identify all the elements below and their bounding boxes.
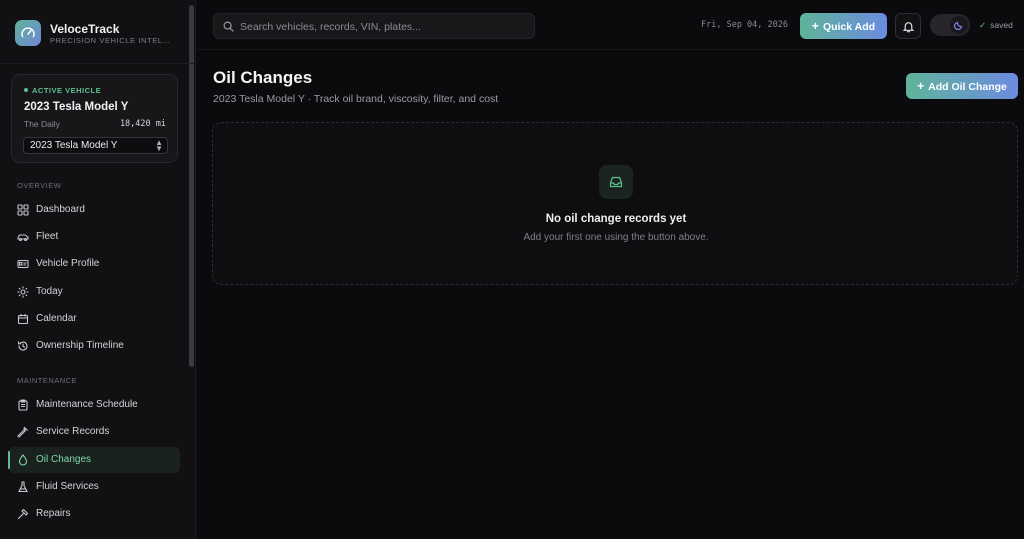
vehicle-selector-value: 2023 Tesla Model Y (30, 140, 118, 151)
active-vehicle-card: ACTIVE VEHICLE 2023 Tesla Model Y The Da… (11, 74, 178, 163)
clipboard-icon (18, 399, 28, 411)
save-status: ✓ saved (979, 20, 1013, 31)
search-icon (223, 21, 234, 32)
sidebar-item-vehicle-profile[interactable]: Vehicle Profile (8, 251, 180, 277)
search-input[interactable] (240, 19, 530, 34)
inbox-icon (609, 176, 623, 188)
sidebar-item-label: Vehicle Profile (36, 258, 100, 269)
theme-toggle-knob (950, 16, 968, 34)
chevron-up-down-icon: ▲ ▼ (155, 138, 163, 153)
sidebar-item-label: Calendar (36, 313, 77, 324)
grid-icon (17, 204, 29, 216)
check-icon: ✓ (979, 20, 987, 30)
empty-state-title: No oil change records yet (545, 213, 687, 225)
speedometer-icon (15, 20, 41, 46)
sidebar: VeloceTrack PRECISION VEHICLE INTELLIGEN… (0, 0, 196, 539)
add-oil-change-label: Add Oil Change (928, 81, 1007, 93)
brand-name: VeloceTrack (50, 22, 120, 36)
empty-state-subtitle: Add your first one using the button abov… (523, 232, 709, 243)
quick-add-button[interactable]: + Quick Add (800, 13, 887, 39)
active-vehicle-label-text: ACTIVE VEHICLE (32, 86, 102, 95)
calendar-icon (17, 314, 29, 325)
nav-section-maintenance: MAINTENANCE (17, 376, 78, 385)
history-icon (17, 341, 28, 351)
sidebar-item-repairs[interactable]: Repairs (8, 501, 180, 527)
sidebar-item-label: Fluid Services (36, 481, 99, 492)
moon-icon (954, 21, 963, 30)
sun-icon (17, 286, 29, 298)
theme-toggle[interactable] (930, 14, 970, 36)
sidebar-item-label: Dashboard (36, 204, 85, 215)
status-dot-icon (24, 88, 28, 93)
plus-icon: + (917, 79, 925, 93)
hammer-icon (17, 508, 29, 520)
add-oil-change-button[interactable]: + Add Oil Change (906, 73, 1018, 99)
sidebar-item-maintenance-schedule[interactable]: Maintenance Schedule (8, 392, 180, 418)
empty-state: No oil change records yet Add your first… (212, 122, 1018, 285)
brand-header: VeloceTrack PRECISION VEHICLE INTELLIGEN… (0, 0, 196, 64)
flask-icon (18, 481, 28, 493)
nav-section-overview: OVERVIEW (17, 181, 62, 190)
app-root: VeloceTrack PRECISION VEHICLE INTELLIGEN… (0, 0, 1024, 539)
search-box (213, 13, 535, 39)
page-subtitle: 2023 Tesla Model Y · Track oil brand, vi… (213, 93, 499, 105)
current-date: Fri, Sep 04, 2026 (701, 20, 788, 30)
sidebar-item-label: Oil Changes (36, 454, 92, 465)
vehicle-selector[interactable]: 2023 Tesla Model Y ▲ ▼ (23, 137, 168, 154)
sidebar-item-label: Service Records (36, 426, 110, 437)
car-icon (17, 234, 29, 242)
bell-icon (902, 22, 915, 33)
sidebar-item-label: Today (36, 286, 63, 297)
droplet-icon (18, 454, 28, 466)
wrench-icon (17, 426, 28, 438)
quick-add-label: Quick Add (822, 21, 876, 33)
sidebar-item-fluid-services[interactable]: Fluid Services (8, 474, 180, 500)
active-vehicle-mileage: 18,420 mi (119, 119, 166, 129)
sidebar-item-calendar[interactable]: Calendar (8, 306, 180, 332)
active-vehicle-title: 2023 Tesla Model Y (24, 101, 129, 113)
sidebar-item-label: Repairs (36, 508, 71, 519)
id-card-icon (17, 259, 29, 269)
save-status-label: saved (990, 20, 1013, 30)
sidebar-item-label: Ownership Timeline (36, 340, 124, 351)
sidebar-item-dashboard[interactable]: Dashboard (8, 197, 180, 223)
topbar: Fri, Sep 04, 2026 +Quick Add ✓saved (196, 0, 1024, 50)
page-title: Oil Changes (213, 68, 313, 87)
notifications-button[interactable] (895, 13, 921, 39)
plus-icon: + (811, 19, 819, 33)
sidebar-item-service-records[interactable]: Service Records (8, 419, 180, 445)
sidebar-item-today[interactable]: Today (8, 279, 180, 305)
sidebar-item-label: Maintenance Schedule (36, 399, 138, 410)
active-vehicle-label: ACTIVE VEHICLE (24, 86, 101, 95)
empty-state-icon-container (599, 165, 633, 199)
sidebar-item-label: Fleet (36, 231, 59, 242)
sidebar-item-ownership-timeline[interactable]: Ownership Timeline (8, 333, 180, 359)
sidebar-item-fleet[interactable]: Fleet (8, 224, 180, 250)
sidebar-item-oil-changes[interactable]: Oil Changes (8, 447, 180, 473)
active-vehicle-nickname: The Daily (24, 119, 60, 129)
brand-tagline: PRECISION VEHICLE INTELLIGENCE (50, 36, 174, 45)
